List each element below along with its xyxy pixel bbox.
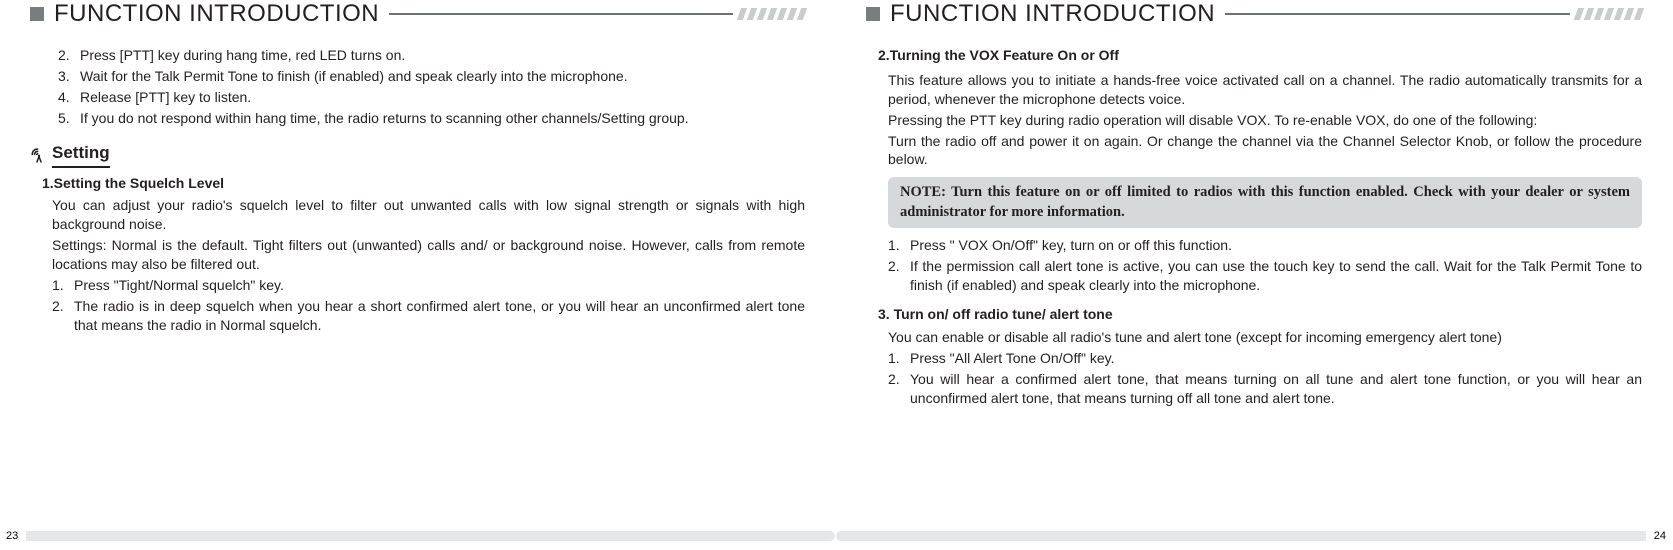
- footer-bar: [26, 531, 835, 541]
- vox-p2: Pressing the PTT key during radio operat…: [866, 111, 1642, 130]
- list-text: Wait for the Talk Permit Tone to finish …: [80, 67, 628, 86]
- header-title: FUNCTION INTRODUCTION: [54, 0, 379, 28]
- list-num: 1.: [52, 276, 74, 295]
- header-hatch-icon: [1576, 8, 1642, 20]
- list-item: 1.Press "Tight/Normal squelch" key.: [52, 276, 805, 295]
- list-item: 5.If you do not respond within hang time…: [58, 109, 805, 128]
- squelch-p2: Settings: Normal is the default. Tight f…: [30, 236, 805, 274]
- vox-p3: Turn the radio off and power it on again…: [866, 132, 1642, 170]
- section-title: Setting: [52, 142, 110, 168]
- list-text: Press "Tight/Normal squelch" key.: [74, 276, 284, 295]
- header-title: FUNCTION INTRODUCTION: [890, 0, 1215, 28]
- note-box: NOTE: Turn this feature on or off limite…: [888, 177, 1642, 228]
- list-num: 5.: [58, 109, 80, 128]
- list-item: 4.Release [PTT] key to listen.: [58, 88, 805, 107]
- list-item: 2.If the permission call alert tone is a…: [888, 257, 1642, 295]
- list-item: 3.Wait for the Talk Permit Tone to finis…: [58, 67, 805, 86]
- list-item: 2.The radio is in deep squelch when you …: [52, 297, 805, 335]
- header-row: FUNCTION INTRODUCTION: [30, 0, 805, 28]
- list-num: 4.: [58, 88, 80, 107]
- list-text: Release [PTT] key to listen.: [80, 88, 251, 107]
- page-number: 24: [1646, 530, 1672, 542]
- page-left: FUNCTION INTRODUCTION 2.Press [PTT] key …: [0, 0, 836, 550]
- list-num: 2.: [888, 257, 910, 295]
- content-right: 2.Turning the VOX Feature On or Off This…: [866, 46, 1642, 408]
- squelch-p1: You can adjust your radio's squelch leve…: [30, 196, 805, 234]
- header-line: [389, 13, 733, 15]
- signal-icon: [30, 146, 48, 164]
- list-num: 2.: [52, 297, 74, 335]
- header-square-icon: [30, 7, 44, 21]
- footer-bar: [836, 531, 1646, 541]
- tune-list: 1.Press "All Alert Tone On/Off" key. 2.Y…: [866, 349, 1642, 408]
- section-row: Setting: [30, 142, 805, 168]
- list-text: You will hear a confirmed alert tone, th…: [910, 370, 1642, 408]
- page-number: 23: [0, 530, 26, 542]
- list-num: 2.: [888, 370, 910, 408]
- list-num: 1.: [888, 349, 910, 368]
- list-item: 2.Press [PTT] key during hang time, red …: [58, 46, 805, 65]
- list-text: If you do not respond within hang time, …: [80, 109, 689, 128]
- page-right: FUNCTION INTRODUCTION 2.Turning the VOX …: [836, 0, 1672, 550]
- content-left: 2.Press [PTT] key during hang time, red …: [30, 46, 805, 335]
- vox-p1: This feature allows you to initiate a ha…: [866, 71, 1642, 109]
- tune-p1: You can enable or disable all radio's tu…: [866, 328, 1642, 347]
- list-text: Press " VOX On/Off" key, turn on or off …: [910, 236, 1232, 255]
- squelch-list: 1.Press "Tight/Normal squelch" key. 2.Th…: [30, 276, 805, 335]
- list-item: 1.Press "All Alert Tone On/Off" key.: [888, 349, 1642, 368]
- header-hatch-icon: [739, 8, 805, 20]
- list-num: 3.: [58, 67, 80, 86]
- tune-heading: 3. Turn on/ off radio tune/ alert tone: [866, 305, 1642, 324]
- list-text: Press "All Alert Tone On/Off" key.: [910, 349, 1114, 368]
- footer-left: 23: [0, 530, 835, 542]
- header-square-icon: [866, 7, 880, 21]
- list-item: 2.You will hear a confirmed alert tone, …: [888, 370, 1642, 408]
- header-row: FUNCTION INTRODUCTION: [866, 0, 1642, 28]
- list-num: 1.: [888, 236, 910, 255]
- list-text: If the permission call alert tone is act…: [910, 257, 1642, 295]
- list-text: The radio is in deep squelch when you he…: [74, 297, 805, 335]
- steps-list: 2.Press [PTT] key during hang time, red …: [30, 46, 805, 128]
- vox-heading: 2.Turning the VOX Feature On or Off: [866, 46, 1642, 65]
- squelch-heading: 1.Setting the Squelch Level: [30, 174, 805, 193]
- list-num: 2.: [58, 46, 80, 65]
- header-line: [1225, 13, 1570, 15]
- footer-right: 24: [836, 530, 1672, 542]
- list-text: Press [PTT] key during hang time, red LE…: [80, 46, 405, 65]
- vox-list: 1.Press " VOX On/Off" key, turn on or of…: [866, 236, 1642, 295]
- list-item: 1.Press " VOX On/Off" key, turn on or of…: [888, 236, 1642, 255]
